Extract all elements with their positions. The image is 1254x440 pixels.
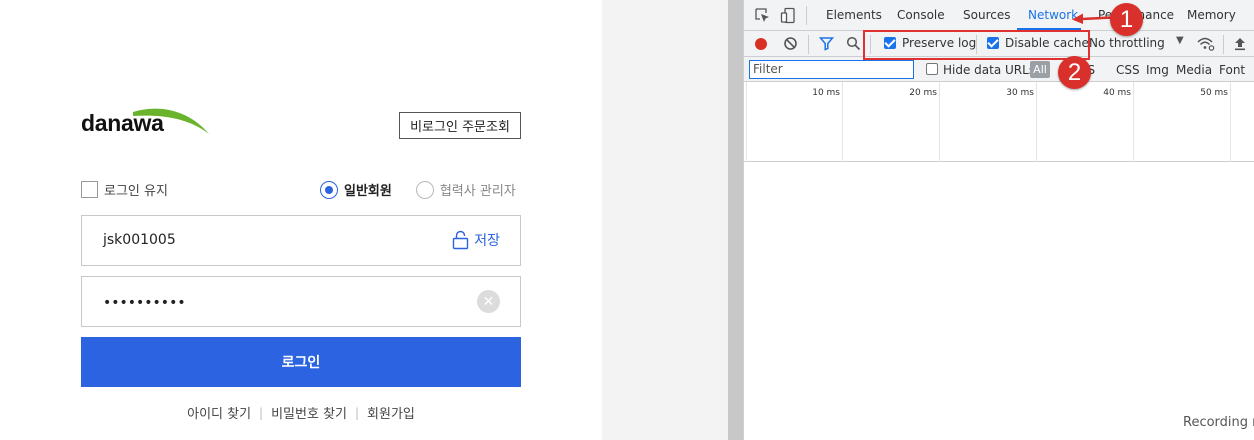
login-page: danawa 비로그인 주문조회 로그인 유지 일반회원 협력사 관리자 jsk…: [0, 0, 602, 440]
recording-status-text: Recording n: [1183, 415, 1254, 430]
password-value[interactable]: ••••••••••: [103, 295, 186, 311]
timeline-tick-label: 20 ms: [909, 88, 937, 98]
filter-icon[interactable]: [819, 36, 834, 51]
filter-media[interactable]: Media: [1176, 63, 1212, 77]
annotation-badge-1: 1: [1110, 3, 1143, 36]
filter-css[interactable]: CSS: [1116, 63, 1140, 77]
toolbar-divider: [808, 35, 809, 54]
radio-label: 협력사 관리자: [439, 184, 516, 199]
radio-general-member[interactable]: 일반회원: [320, 180, 392, 199]
timeline-gridline: [842, 82, 843, 162]
tab-console[interactable]: Console: [897, 8, 945, 22]
screen: danawa 비로그인 주문조회 로그인 유지 일반회원 협력사 관리자 jsk…: [0, 0, 1254, 440]
network-timeline-overview[interactable]: 10 ms 20 ms 30 ms 40 ms 50 ms: [744, 82, 1254, 162]
radio-button[interactable]: [415, 180, 434, 199]
timeline-gridline: [1036, 82, 1037, 162]
devtools-tab-bar: Elements Console Sources Network Perform…: [744, 0, 1254, 31]
keep-login-option[interactable]: 로그인 유지: [81, 180, 168, 199]
lock-icon: [453, 230, 469, 250]
find-id-link[interactable]: 아이디 찾기: [187, 403, 251, 422]
login-button[interactable]: 로그인: [81, 337, 521, 387]
timeline-tick-label: 30 ms: [1006, 88, 1034, 98]
toolbar-divider: [806, 6, 807, 25]
find-password-link[interactable]: 비밀번호 찾기: [271, 403, 347, 422]
annotation-highlight-box: [863, 30, 1090, 60]
radio-button-selected[interactable]: [320, 180, 338, 199]
devtools-panel: Elements Console Sources Network Perform…: [743, 0, 1254, 440]
hide-data-urls-checkbox[interactable]: [926, 63, 938, 75]
logo-text: danawa: [81, 110, 164, 136]
sign-up-link[interactable]: 회원가입: [367, 403, 415, 422]
page-background-gutter: [602, 0, 728, 440]
danawa-logo[interactable]: danawa: [81, 106, 211, 138]
user-id-value[interactable]: jsk001005: [103, 232, 176, 248]
timeline-tick-label: 40 ms: [1103, 88, 1131, 98]
tab-elements[interactable]: Elements: [826, 8, 882, 22]
clear-password-button[interactable]: ✕: [477, 290, 500, 313]
filter-img[interactable]: Img: [1146, 63, 1169, 77]
tab-memory[interactable]: Memory: [1187, 8, 1236, 22]
radio-label: 일반회원: [344, 184, 392, 199]
import-har-icon[interactable]: [1233, 36, 1247, 51]
filter-all-chip[interactable]: All: [1030, 61, 1050, 78]
save-id-button[interactable]: 저장: [452, 230, 500, 250]
toolbar-divider: [1223, 35, 1224, 54]
clear-icon: ✕: [482, 293, 495, 310]
link-separator: |: [259, 405, 264, 420]
member-type-group: 일반회원 협력사 관리자: [320, 180, 516, 199]
annotation-badge-2: 2: [1058, 56, 1091, 89]
timeline-tick-label: 50 ms: [1200, 88, 1228, 98]
radio-partner-admin[interactable]: 협력사 관리자: [415, 180, 516, 199]
record-icon[interactable]: [754, 37, 768, 51]
clear-log-icon[interactable]: [783, 36, 798, 51]
link-separator: |: [355, 405, 360, 420]
network-conditions-icon[interactable]: [1197, 36, 1215, 52]
save-id-label: 저장: [474, 233, 500, 249]
filter-font[interactable]: Font: [1219, 63, 1245, 77]
filter-input[interactable]: Filter: [749, 60, 914, 79]
network-filter-bar: Filter Hide data URLs All JS CSS Img Med…: [744, 57, 1254, 82]
timeline-gridline: [1230, 82, 1231, 162]
throttling-select[interactable]: No throttling: [1089, 36, 1165, 50]
password-field[interactable]: •••••••••• ✕: [81, 276, 521, 327]
throttling-dropdown-icon[interactable]: ▼: [1176, 35, 1184, 46]
keep-login-checkbox[interactable]: [81, 181, 98, 198]
timeline-gridline: [1133, 82, 1134, 162]
user-id-field[interactable]: jsk001005 저장: [81, 215, 521, 266]
account-links: 아이디 찾기 | 비밀번호 찾기 | 회원가입: [0, 403, 602, 423]
timeline-gridline: [939, 82, 940, 162]
hide-data-urls-label: Hide data URLs: [943, 63, 1036, 77]
guest-order-lookup-button[interactable]: 비로그인 주문조회: [399, 112, 521, 139]
inspect-element-icon[interactable]: [754, 7, 771, 24]
devtools-splitter[interactable]: [728, 0, 743, 440]
tab-sources[interactable]: Sources: [963, 8, 1010, 22]
timeline-tick-label: 10 ms: [812, 88, 840, 98]
device-toolbar-icon[interactable]: [780, 7, 797, 24]
timeline-gridline: [746, 82, 747, 162]
search-icon[interactable]: [846, 36, 861, 51]
keep-login-label: 로그인 유지: [104, 184, 168, 199]
